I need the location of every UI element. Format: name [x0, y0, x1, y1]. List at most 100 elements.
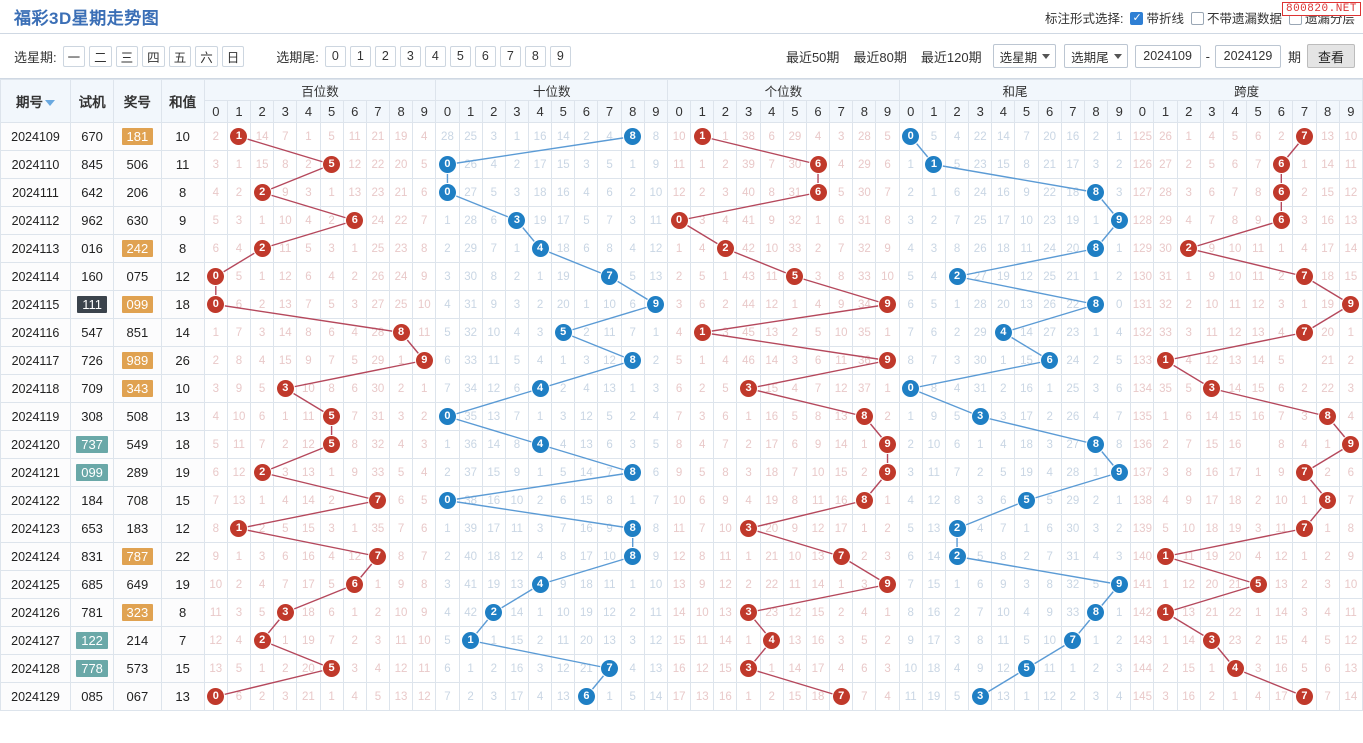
- weekday-chip-0[interactable]: 一: [62, 45, 86, 67]
- miss-count: 6: [606, 438, 613, 451]
- cell-bai-7: 33: [365, 458, 390, 487]
- weekday-chip-2[interactable]: 三: [115, 45, 139, 67]
- miss-count: 17: [487, 522, 501, 535]
- cell-hewei-6: 11: [1037, 654, 1062, 683]
- tail-chip-0[interactable]: 0: [324, 45, 346, 67]
- cell-shi-3: 3: [504, 178, 530, 207]
- tail-chip-2[interactable]: 2: [374, 45, 396, 67]
- weekday-chip-3[interactable]: 四: [142, 45, 165, 67]
- weekday-chip-5[interactable]: 六: [195, 45, 218, 67]
- miss-count: 19: [996, 270, 1010, 283]
- hit-ball-shi: 0: [438, 408, 456, 425]
- tail-chip-4[interactable]: 4: [424, 45, 446, 67]
- cell-bai-8: 8: [388, 542, 414, 571]
- miss-count: 10: [302, 382, 315, 395]
- weekday-chip-4[interactable]: 五: [168, 45, 192, 67]
- cell-shi-7: 10: [597, 542, 622, 571]
- weekday-chip-1[interactable]: 二: [89, 45, 112, 67]
- miss-count: 15: [255, 158, 269, 171]
- miss-count: 12: [719, 578, 732, 591]
- checkbox-without-missing-data-icon[interactable]: [1190, 11, 1204, 25]
- miss-count: 15: [996, 158, 1010, 171]
- sort-descending-icon[interactable]: [44, 100, 55, 107]
- cell-hewei-4: 8: [991, 542, 1016, 571]
- miss-count: 5: [699, 466, 706, 479]
- miss-count: 13: [1020, 298, 1033, 311]
- cell-hewei-1: 9: [921, 402, 946, 431]
- cell-kuadu-0: 144: [1130, 654, 1155, 683]
- option-with-polyline[interactable]: 带折线: [1130, 8, 1184, 27]
- miss-count: 5: [421, 158, 428, 171]
- miss-count: 4: [1092, 550, 1100, 563]
- tail-chip-3[interactable]: 3: [399, 45, 421, 67]
- from-issue-input[interactable]: 2024109: [1134, 44, 1201, 68]
- miss-count: 10: [719, 522, 732, 535]
- cell-jiang: 183: [113, 514, 162, 543]
- miss-count: 2: [258, 522, 266, 535]
- column-header-issue[interactable]: 期号: [0, 79, 71, 123]
- miss-count: 3: [953, 634, 961, 647]
- cell-bai-0: 10: [203, 570, 228, 599]
- option-without-missing-data[interactable]: 不带遗漏数据: [1190, 8, 1282, 27]
- miss-count: 1: [930, 186, 938, 199]
- cell-hewei-0: 0: [898, 374, 923, 403]
- miss-count: 27: [371, 298, 385, 311]
- tail-chip-9[interactable]: 9: [549, 45, 571, 67]
- miss-count: 32: [464, 326, 477, 339]
- tail-chip-6[interactable]: 6: [474, 45, 496, 67]
- cell-ge-5: 32: [782, 206, 807, 235]
- cell-shi-5: 10: [551, 598, 576, 627]
- tail-chip-8[interactable]: 8: [524, 45, 546, 67]
- tail-chip-7[interactable]: 7: [499, 45, 521, 67]
- cell-ge-0: 10: [667, 486, 692, 515]
- to-issue-input[interactable]: 2024129: [1214, 44, 1281, 68]
- cell-bai-4: 17: [296, 570, 321, 599]
- cell-hewei-8: 2: [1083, 346, 1109, 375]
- tail-chip-1[interactable]: 1: [349, 45, 371, 67]
- miss-count: 41: [464, 578, 477, 591]
- recent-80-link[interactable]: 最近80期: [853, 47, 906, 66]
- miss-count: 7: [907, 578, 914, 591]
- cell-shi-8: 8: [620, 542, 645, 571]
- cell-shi-9: 2: [643, 346, 669, 375]
- cell-ge-7: 3: [829, 122, 854, 151]
- recent-50-link[interactable]: 最近50期: [786, 47, 839, 66]
- recent-120-link[interactable]: 最近120期: [921, 47, 982, 66]
- miss-count: 15: [556, 158, 570, 171]
- hit-ball-kuadu: 5: [1249, 576, 1267, 593]
- checkbox-with-polyline-icon[interactable]: [1130, 11, 1144, 25]
- miss-count: 7: [560, 522, 567, 535]
- miss-count: 16: [927, 606, 941, 619]
- weekday-chip-6[interactable]: 日: [221, 45, 245, 67]
- miss-count: 15: [765, 382, 779, 395]
- miss-count: 10: [209, 578, 223, 591]
- hit-ball-hewei: 2: [948, 548, 966, 565]
- miss-count: 2: [1347, 354, 1355, 367]
- cell-hezhi: 10: [160, 374, 205, 403]
- miss-count: 0: [1115, 298, 1123, 311]
- miss-count: 4: [1115, 690, 1123, 703]
- cell-shi-9: 8: [643, 122, 669, 151]
- cell-hewei-1: 7: [921, 346, 946, 375]
- cell-ge-5: 10: [782, 542, 807, 571]
- miss-count: 18: [302, 606, 315, 619]
- table-row: 2024109 670 181 10 2 1 14 7 1 5 11 21 19 4 28 25 3 1 16 14 2…: [0, 122, 1363, 151]
- cell-kuadu-7: 4: [1292, 234, 1317, 263]
- miss-count: 5: [953, 410, 961, 423]
- cell-bai-8: 22: [388, 206, 414, 235]
- tail-select[interactable]: 选期尾: [1064, 44, 1128, 68]
- miss-count: 2: [212, 130, 220, 143]
- table-row: 2024110 845 506 11 3 1 15 8 2 5 12 22 20 5 0 26 4 2 17 15 3 5…: [0, 150, 1363, 179]
- cell-shi-9: 11: [643, 206, 669, 235]
- miss-count: 1: [1115, 242, 1123, 255]
- cell-kuadu-7: 2: [1292, 178, 1317, 207]
- cell-shi-3: 5: [504, 346, 530, 375]
- cell-shi-3: 1: [504, 122, 530, 151]
- cell-jiang: 343: [113, 374, 162, 403]
- weekday-select[interactable]: 选星期: [992, 44, 1057, 68]
- miss-count: 4: [583, 382, 590, 395]
- view-button[interactable]: 查看: [1306, 44, 1355, 68]
- tail-chip-5[interactable]: 5: [449, 45, 471, 67]
- miss-count: 1: [536, 466, 544, 479]
- cell-ge-4: 9: [759, 206, 784, 235]
